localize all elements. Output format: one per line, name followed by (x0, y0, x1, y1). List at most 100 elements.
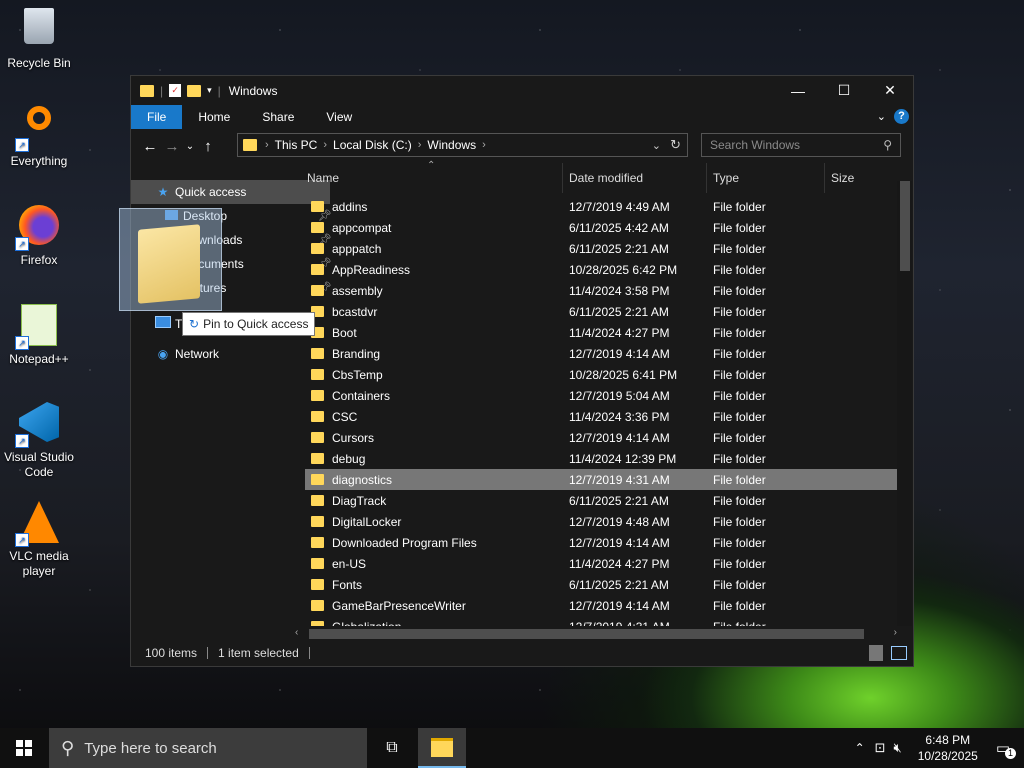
file-row[interactable]: en-US 11/4/2024 4:27 PM File folder (305, 553, 897, 574)
file-row[interactable]: Globalization 12/7/2019 4:31 AMFile folde… (305, 616, 897, 626)
folder-icon (243, 139, 257, 151)
task-view-icon[interactable]: ⧉ (370, 728, 414, 768)
recent-locations-chevron-icon[interactable]: ⌄ (183, 141, 197, 152)
tab-share[interactable]: Share (246, 105, 310, 129)
minimize-button[interactable]: — (775, 76, 821, 105)
file-row[interactable]: appcompat 6/11/2025 4:42 AM File folder (305, 217, 897, 238)
file-name-cell: bcastdvr (305, 305, 563, 319)
file-row[interactable]: DiagTrack 6/11/2025 2:21 AM File folder (305, 490, 897, 511)
refresh-icon[interactable]: ↻ (670, 137, 681, 153)
file-row[interactable]: diagnostics 12/7/2019 4:31 AM File folder (305, 469, 897, 490)
file-type: File folder (713, 325, 766, 340)
show-hidden-icons-chevron-icon[interactable]: ⌃ (855, 741, 865, 755)
desktop-icon-firefox[interactable]: ↗ Firefox (0, 205, 78, 268)
file-date: 11/4/2024 4:27 PM (569, 325, 670, 340)
file-name: AppReadiness (332, 262, 411, 277)
column-date-modified[interactable]: Date modified (563, 163, 707, 193)
file-name-cell: debug (305, 452, 563, 466)
file-row[interactable]: Fonts 6/11/2025 2:21 AM File folder (305, 574, 897, 595)
back-arrow-icon[interactable]: ← (139, 138, 161, 155)
desktop-icon-recycle-bin[interactable]: Recycle Bin (0, 8, 78, 71)
pin-tooltip: ↻ Pin to Quick access (182, 312, 316, 336)
expand-ribbon-chevron-icon[interactable]: ⌄ (877, 110, 886, 123)
desktop-icon-vlc[interactable]: ↗ VLC media player (0, 501, 78, 579)
file-date: 12/7/2019 4:14 AM (569, 535, 670, 550)
forward-arrow-icon[interactable]: → (161, 138, 183, 155)
file-row[interactable]: AppReadiness 10/28/2025 6:42 PM File folde… (305, 259, 897, 280)
file-row[interactable]: Boot 11/4/2024 4:27 PM File folder (305, 322, 897, 343)
folder-icon (311, 432, 324, 443)
customize-toolbar-icon[interactable]: ▾ (207, 85, 212, 96)
nav-item-network[interactable]: ◉ Network (131, 342, 330, 366)
file-name-cell: appcompat (305, 221, 563, 235)
folder-icon (311, 453, 324, 464)
clock[interactable]: 6:48 PM 10/28/2025 (918, 732, 978, 764)
recycle-bin-icon (17, 8, 61, 52)
details-view-icon[interactable] (869, 645, 883, 661)
taskbar-search-placeholder: Type here to search (84, 739, 217, 757)
address-dropdown-chevron-icon[interactable]: ⌄ (652, 139, 661, 152)
file-explorer-window: | ✓ ▾ | Windows — ☐ ✕ File Home Share Vi… (130, 75, 914, 667)
taskbar-search-input[interactable]: ⚲ Type here to search (49, 728, 367, 768)
file-row[interactable]: CbsTemp 10/28/2025 6:41 PM File folder (305, 364, 897, 385)
up-arrow-icon[interactable]: ↑ (197, 138, 219, 155)
tab-file[interactable]: File (131, 105, 183, 129)
desktop-icon-label: Notepad++ (9, 352, 69, 366)
maximize-button[interactable]: ☐ (821, 76, 867, 105)
file-row[interactable]: CSC 11/4/2024 3:36 PM File folder (305, 406, 897, 427)
large-icons-view-icon[interactable] (891, 646, 907, 660)
properties-icon[interactable]: ✓ (169, 84, 182, 97)
file-type: File folder (713, 262, 766, 277)
horizontal-scrollbar[interactable]: ‹ › (293, 627, 899, 641)
file-row[interactable]: assembly 11/4/2024 3:58 PM File folder (305, 280, 897, 301)
title-bar[interactable]: | ✓ ▾ | Windows — ☐ ✕ (131, 76, 913, 105)
start-button[interactable] (0, 728, 48, 768)
file-row[interactable]: bcastdvr 6/11/2025 2:21 AM File folder (305, 301, 897, 322)
new-folder-icon[interactable] (187, 84, 202, 97)
nav-item-label: Quick access (175, 185, 247, 199)
file-name-cell: GameBarPresenceWriter (305, 599, 563, 613)
file-row[interactable]: Containers 12/7/2019 5:04 AM File folder (305, 385, 897, 406)
column-type[interactable]: Type (707, 163, 825, 193)
file-row[interactable]: debug 11/4/2024 12:39 PM File folder (305, 448, 897, 469)
breadcrumb-local-disk[interactable]: Local Disk (C:) (333, 138, 412, 152)
tab-home[interactable]: Home (182, 105, 246, 129)
file-row[interactable]: addins 12/7/2019 4:49 AM File folder (305, 196, 897, 217)
scroll-right-icon[interactable]: › (894, 627, 897, 638)
scroll-left-icon[interactable]: ‹ (295, 627, 298, 638)
column-size[interactable]: Size (825, 163, 897, 193)
desktop-icon-notepad-plus-plus[interactable]: ↗ Notepad++ (0, 304, 78, 367)
breadcrumb-windows[interactable]: Windows (427, 138, 476, 152)
file-row[interactable]: apppatch 6/11/2025 2:21 AM File folder (305, 238, 897, 259)
file-row[interactable]: DigitalLocker 12/7/2019 4:48 AM File folde… (305, 511, 897, 532)
file-name-cell: diagnostics (305, 473, 563, 487)
help-icon[interactable]: ? (894, 109, 909, 124)
breadcrumb-this-pc[interactable]: This PC (275, 138, 318, 152)
file-explorer-taskbar-button[interactable] (418, 728, 466, 768)
file-row[interactable]: GameBarPresenceWriter 12/7/2019 4:14 AM Fi… (305, 595, 897, 616)
volume-muted-icon[interactable]: 🔇︎ (894, 740, 902, 756)
file-name-cell: Downloaded Program Files (305, 536, 563, 550)
notification-center-icon[interactable]: ▭ 1 (996, 739, 1016, 759)
file-row[interactable]: Cursors 12/7/2019 4:14 AM File folder (305, 427, 897, 448)
drag-ghost (119, 208, 222, 311)
horizontal-scroll-thumb[interactable] (309, 629, 864, 639)
file-row[interactable]: Branding 12/7/2019 4:14 AM File folder (305, 343, 897, 364)
file-row[interactable]: Downloaded Program Files 12/7/2019 4:14 A… (305, 532, 897, 553)
address-bar[interactable]: › This PC › Local Disk (C:) › Windows › … (237, 133, 688, 157)
vertical-scroll-thumb[interactable] (900, 181, 910, 271)
folder-icon (311, 348, 324, 359)
network-tray-icon[interactable]: ⊡ (875, 740, 886, 756)
file-type: File folder (713, 514, 766, 529)
clock-date: 10/28/2025 (917, 749, 978, 763)
close-button[interactable]: ✕ (867, 76, 913, 105)
file-name-cell: DigitalLocker (305, 515, 563, 529)
file-date: 10/28/2025 6:41 PM (569, 367, 678, 382)
tab-view[interactable]: View (310, 105, 368, 129)
folder-icon (311, 516, 324, 527)
folder-icon (311, 285, 324, 296)
search-input[interactable]: Search Windows ⚲ (701, 133, 901, 157)
vertical-scrollbar[interactable] (897, 181, 912, 626)
desktop-icon-everything-search[interactable]: ↗ Everything (0, 106, 78, 169)
desktop-icon-vscode[interactable]: ↗ Visual Studio Code (0, 402, 78, 480)
